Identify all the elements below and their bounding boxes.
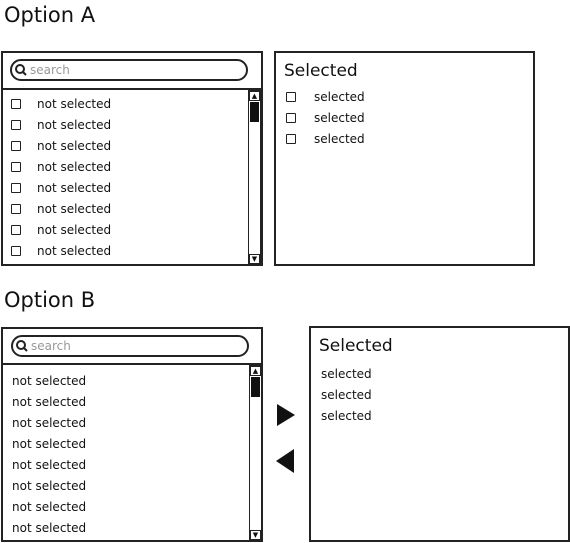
option-b-search-area — [3, 329, 261, 365]
search-icon — [15, 64, 27, 76]
list-item[interactable]: not selected — [11, 219, 111, 240]
list-item[interactable]: not selected — [12, 475, 86, 496]
list-item[interactable]: not selected — [11, 156, 111, 177]
item-label: selected — [314, 89, 365, 104]
scroll-thumb[interactable] — [250, 102, 259, 122]
list-item[interactable]: not selected — [12, 412, 86, 433]
checkbox[interactable] — [11, 98, 21, 109]
checkbox[interactable] — [286, 91, 296, 102]
option-b-search-input[interactable] — [29, 339, 211, 353]
list-item[interactable]: not selected — [11, 93, 111, 114]
selected-panel-title: Selected — [319, 336, 393, 356]
option-b-items: not selected not selected not selected n… — [3, 366, 247, 542]
checkbox[interactable] — [286, 133, 296, 144]
list-item[interactable]: not selected — [12, 391, 86, 412]
checkbox[interactable] — [11, 203, 21, 214]
triangle-right-icon[interactable] — [277, 404, 295, 426]
selected-item[interactable]: selected — [286, 107, 365, 128]
checkbox[interactable] — [11, 119, 21, 130]
item-label: not selected — [37, 159, 112, 174]
list-item[interactable]: not selected — [12, 496, 86, 517]
selected-item[interactable]: selected — [321, 405, 372, 426]
checkbox[interactable] — [11, 182, 21, 193]
option-a-selected-panel: Selected selected selected selected — [274, 51, 535, 266]
selected-panel-title: Selected — [284, 61, 358, 81]
list-item[interactable]: not selected — [11, 135, 111, 156]
checkbox[interactable] — [11, 224, 21, 235]
list-item[interactable]: not selected — [11, 240, 111, 261]
selected-item[interactable]: selected — [286, 86, 365, 107]
item-label: not selected — [37, 201, 112, 216]
scroll-down-icon[interactable]: ▼ — [249, 254, 260, 264]
item-label: not selected — [37, 180, 112, 195]
item-label: not selected — [37, 138, 112, 153]
selected-item[interactable]: selected — [321, 363, 372, 384]
checkbox[interactable] — [11, 161, 21, 172]
checkbox[interactable] — [286, 112, 296, 123]
list-item[interactable]: not selected — [11, 177, 111, 198]
list-item[interactable]: not selected — [12, 454, 86, 475]
list-item[interactable]: not selected — [12, 517, 86, 538]
checkbox[interactable] — [11, 245, 21, 256]
option-a-search-field[interactable] — [10, 59, 248, 81]
item-label: selected — [314, 131, 365, 146]
checkbox[interactable] — [11, 140, 21, 151]
item-label: not selected — [37, 243, 112, 258]
option-b-scrollbar[interactable]: ▲ ▼ — [249, 365, 262, 541]
triangle-left-icon[interactable] — [276, 449, 294, 473]
option-a-search-area — [3, 53, 261, 90]
option-b-search-field[interactable] — [11, 335, 249, 357]
list-item[interactable]: not selected — [11, 198, 111, 219]
option-a-title: Option A — [4, 3, 96, 27]
option-a-scrollbar[interactable]: ▲ ▼ — [248, 90, 261, 265]
scroll-thumb[interactable] — [251, 377, 260, 397]
item-label: not selected — [37, 117, 112, 132]
search-icon — [16, 340, 28, 352]
option-b-title: Option B — [4, 288, 96, 312]
item-label: selected — [314, 110, 365, 125]
item-label: not selected — [37, 96, 112, 111]
selected-item[interactable]: selected — [286, 128, 365, 149]
list-item[interactable]: not selected — [12, 370, 86, 391]
scroll-down-icon[interactable]: ▼ — [250, 530, 261, 540]
option-b-selected-panel: Selected selected selected selected — [309, 326, 570, 542]
list-item[interactable]: not selected — [12, 433, 86, 454]
option-b-available-list: not selected not selected not selected n… — [1, 327, 263, 542]
option-a-items: not selected not selected not selected n… — [3, 91, 247, 266]
scroll-up-icon[interactable]: ▲ — [250, 366, 261, 376]
option-a-available-list: not selected not selected not selected n… — [1, 51, 263, 266]
scroll-up-icon[interactable]: ▲ — [249, 91, 260, 101]
list-item[interactable]: not selected — [11, 114, 111, 135]
selected-item[interactable]: selected — [321, 384, 372, 405]
option-a-search-input[interactable] — [28, 63, 210, 77]
item-label: not selected — [37, 222, 112, 237]
